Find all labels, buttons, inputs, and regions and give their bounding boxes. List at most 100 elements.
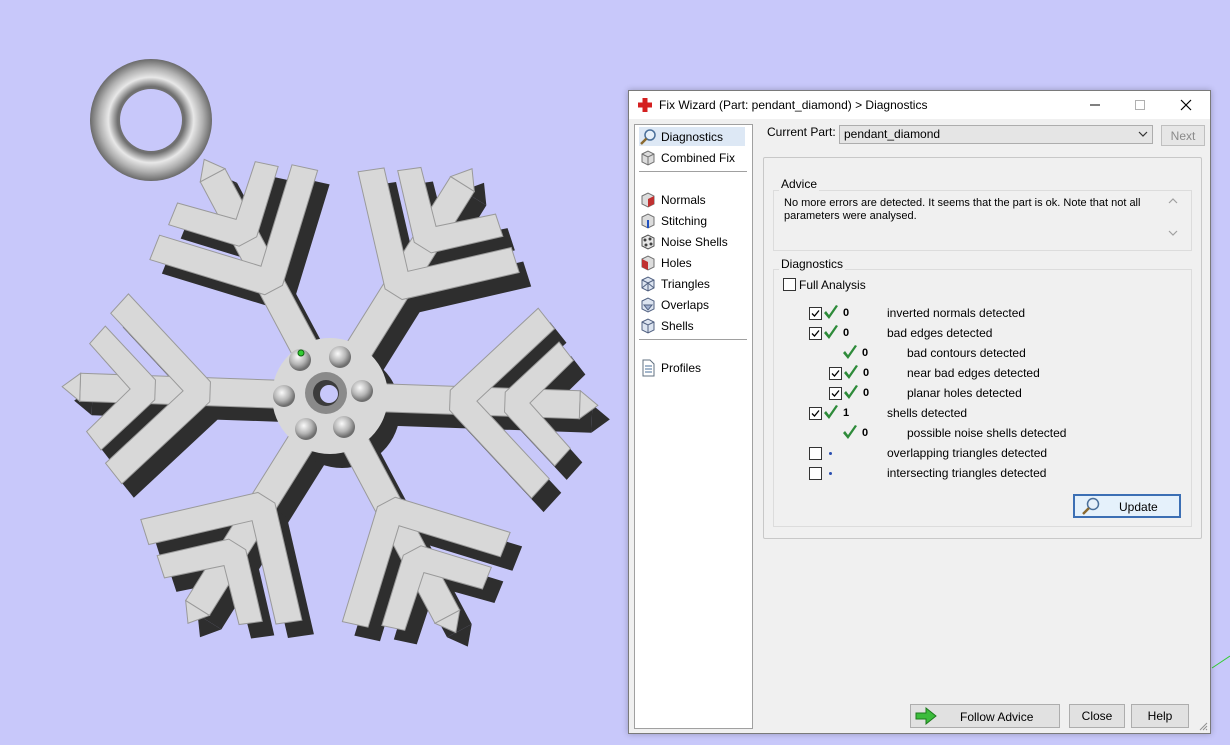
close-window-button[interactable] — [1163, 91, 1208, 119]
diagnostic-count: 0 — [863, 387, 870, 399]
current-part-value: pendant_diamond — [844, 127, 941, 141]
diagnostic-count: 0 — [862, 427, 869, 439]
diagnostic-label: intersecting triangles detected — [887, 466, 1047, 480]
checkmark-icon — [811, 310, 820, 317]
close-icon — [1180, 99, 1191, 111]
checkmark-icon — [831, 370, 840, 377]
chevron-down-icon — [1138, 131, 1148, 137]
diagnostic-label: inverted normals detected — [887, 306, 1026, 320]
green-check-icon — [844, 365, 858, 379]
diagnostic-count: 1 — [843, 407, 850, 419]
nav-item-label: Shells — [661, 318, 694, 333]
full-analysis-label: Full Analysis — [799, 278, 866, 292]
next-button[interactable]: Next — [1161, 125, 1205, 146]
diagnostic-count: 0 — [843, 327, 850, 339]
minimize-button[interactable] — [1072, 91, 1117, 119]
update-button[interactable]: Update — [1073, 494, 1181, 518]
diagnostic-checkbox[interactable] — [809, 307, 822, 320]
diagnostic-checkbox[interactable] — [809, 467, 822, 480]
nav-item-label: Holes — [661, 255, 692, 270]
stitching-cube-icon — [641, 212, 655, 229]
nav-item-combined-fix[interactable]: Combined Fix — [639, 148, 745, 167]
green-check-icon — [824, 325, 838, 339]
nav-item-noise-shells[interactable]: Noise Shells — [639, 232, 745, 251]
wizard-nav: Diagnostics Combined Fix Normals Stitchi… — [634, 124, 753, 729]
minimize-icon — [1089, 104, 1100, 106]
nav-item-diagnostics[interactable]: Diagnostics — [639, 127, 745, 146]
diagnostic-label: shells detected — [887, 406, 968, 420]
shells-cube-icon — [641, 317, 655, 334]
magnifier-icon — [640, 128, 656, 145]
triangles-cube-icon — [641, 275, 655, 292]
green-check-icon — [824, 305, 838, 319]
nav-item-label: Normals — [661, 192, 706, 207]
nav-item-normals[interactable]: Normals — [639, 190, 745, 209]
nav-item-label: Noise Shells — [661, 234, 728, 249]
nav-item-label: Stitching — [661, 213, 708, 228]
advice-title: Advice — [779, 177, 820, 191]
nav-item-label: Triangles — [661, 276, 710, 291]
green-check-icon — [824, 405, 838, 419]
nav-item-label: Profiles — [661, 360, 702, 375]
not-analysed-dot-icon — [829, 472, 832, 475]
diagnostic-checkbox[interactable] — [829, 367, 842, 380]
green-check-icon — [843, 425, 857, 439]
nav-item-overlaps[interactable]: Overlaps — [639, 295, 745, 314]
diagnostic-checkbox[interactable] — [829, 387, 842, 400]
green-check-icon — [844, 385, 858, 399]
fix-wizard-window: Fix Wizard (Part: pendant_diamond) > Dia… — [628, 90, 1211, 734]
noise-shells-icon — [641, 233, 655, 250]
diagnostic-label: bad contours detected — [907, 346, 1026, 360]
nav-item-stitching[interactable]: Stitching — [639, 211, 745, 230]
follow-advice-label: Follow Advice — [960, 710, 1034, 724]
advice-scrollbar[interactable] — [1167, 195, 1179, 239]
diagnostic-label: bad edges detected — [887, 326, 993, 340]
normals-cube-icon — [641, 191, 655, 208]
diagnostic-label: overlapping triangles detected — [887, 446, 1048, 460]
nav-item-label: Combined Fix — [661, 150, 736, 165]
advice-text: No more errors are detected. It seems th… — [784, 197, 1141, 222]
help-button[interactable]: Help — [1131, 704, 1189, 728]
checkmark-icon — [811, 330, 820, 337]
diagnostic-label: planar holes detected — [907, 386, 1022, 400]
document-icon — [642, 359, 655, 376]
update-button-label: Update — [1119, 500, 1158, 514]
close-button[interactable]: Close — [1069, 704, 1125, 728]
nav-item-label: Overlaps — [661, 297, 710, 312]
maximize-icon — [1134, 100, 1145, 110]
current-part-label: Current Part: — [767, 125, 836, 139]
nav-item-triangles[interactable]: Triangles — [639, 274, 745, 293]
overlaps-cube-icon — [641, 296, 655, 313]
diagnostic-label: possible noise shells detected — [907, 426, 1067, 440]
red-cross-icon — [638, 98, 652, 112]
nav-item-shells[interactable]: Shells — [639, 316, 745, 335]
diagnostic-count: 0 — [843, 307, 850, 319]
maximize-button[interactable] — [1117, 91, 1162, 119]
full-analysis-checkbox[interactable] — [783, 278, 796, 291]
current-part-dropdown[interactable]: pendant_diamond — [839, 125, 1153, 144]
diagnostic-checkbox[interactable] — [809, 407, 822, 420]
diagnostics-title: Diagnostics — [779, 257, 846, 271]
window-title: Fix Wizard (Part: pendant_diamond) > Dia… — [659, 98, 928, 112]
cube-icon — [641, 149, 655, 166]
nav-item-label: Diagnostics — [661, 129, 724, 144]
magnifier-icon — [1082, 497, 1100, 515]
follow-advice-button[interactable]: Follow Advice — [910, 704, 1060, 728]
nav-divider — [639, 339, 747, 340]
nav-item-holes[interactable]: Holes — [639, 253, 745, 272]
green-check-icon — [843, 345, 857, 359]
title-bar[interactable]: Fix Wizard (Part: pendant_diamond) > Dia… — [629, 91, 1210, 119]
checkmark-icon — [831, 390, 840, 397]
diagnostic-count: 0 — [862, 347, 869, 359]
green-arrow-icon — [915, 706, 937, 726]
checkmark-icon — [811, 410, 820, 417]
not-analysed-dot-icon — [829, 452, 832, 455]
resize-grip-icon[interactable] — [1198, 721, 1208, 731]
diagnostic-checkbox[interactable] — [809, 327, 822, 340]
diagnostic-count: 0 — [863, 367, 870, 379]
diagnostic-label: near bad edges detected — [907, 366, 1040, 380]
diagnostic-checkbox[interactable] — [809, 447, 822, 460]
holes-cube-icon — [641, 254, 655, 271]
nav-divider — [639, 171, 747, 172]
nav-item-profiles[interactable]: Profiles — [639, 358, 745, 377]
